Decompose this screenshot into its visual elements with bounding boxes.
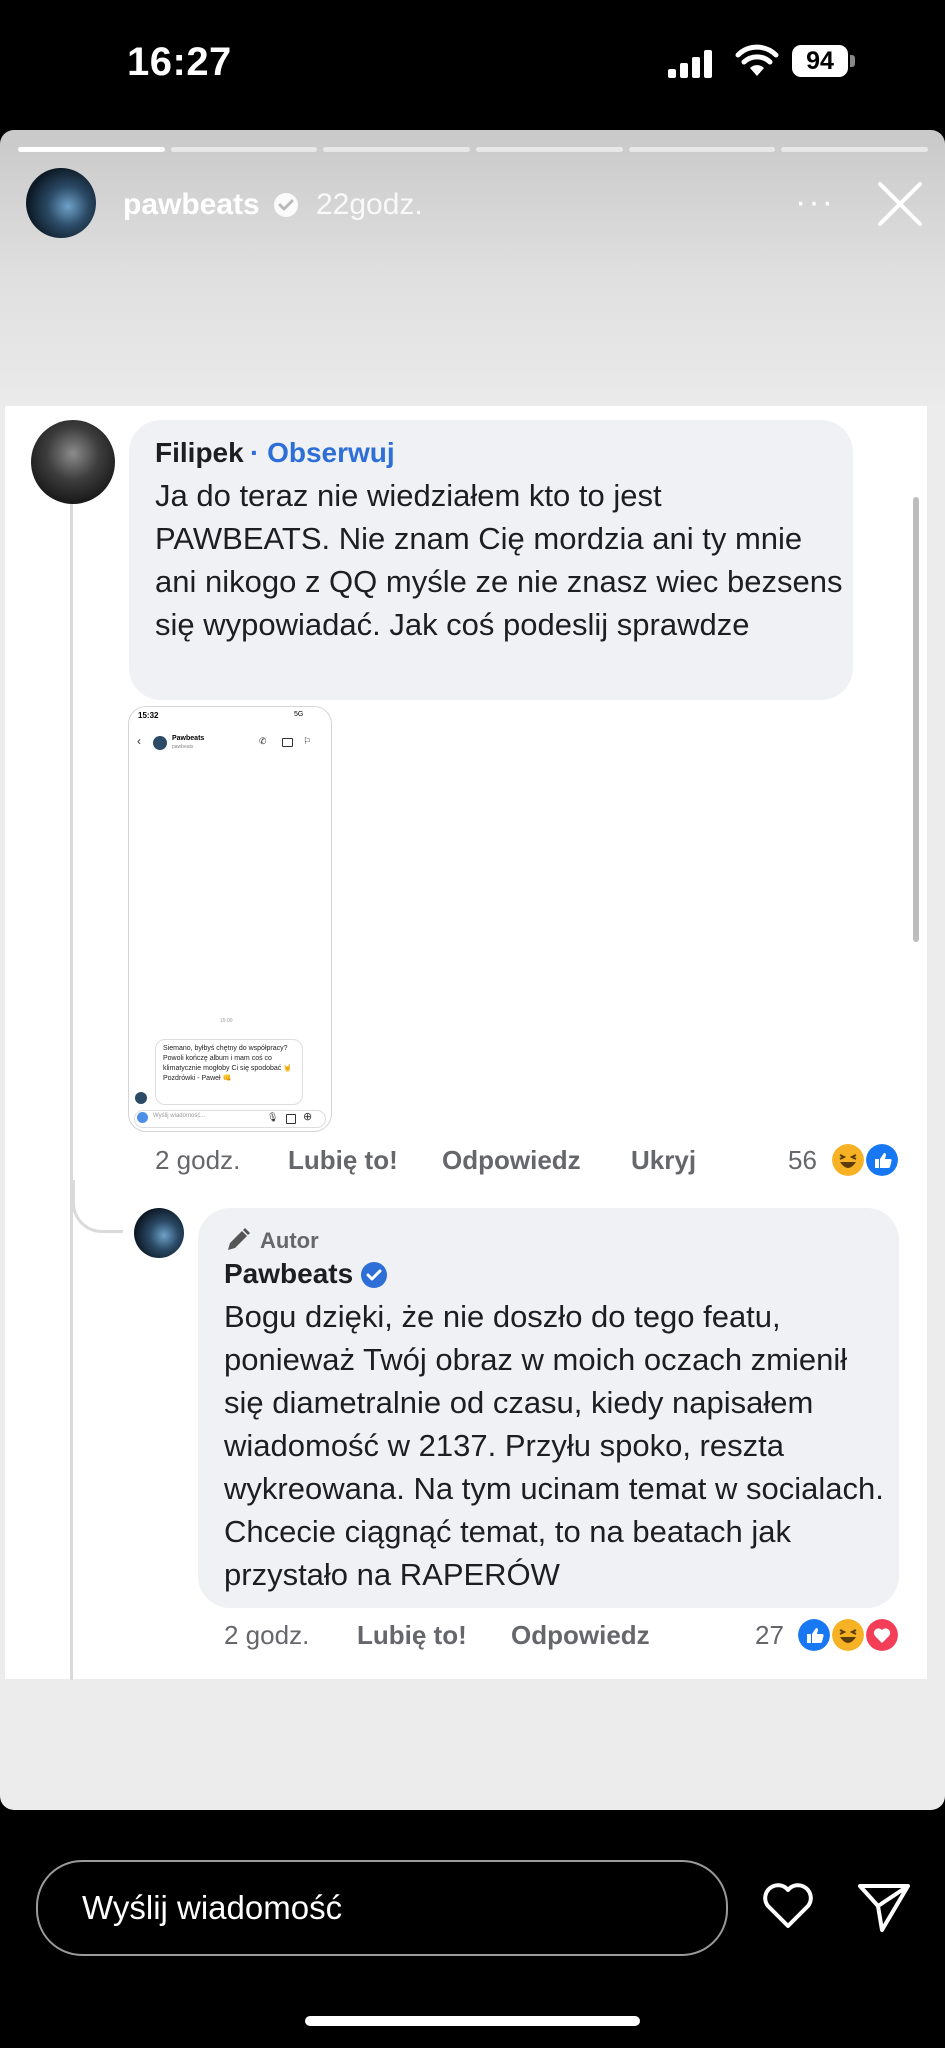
progress-segment [18, 147, 165, 152]
reaction-count: 27 [755, 1620, 784, 1650]
follow-link: · Obserwuj [250, 437, 395, 468]
add-icon: ⊕ [303, 1111, 313, 1123]
battery-level: 94 [792, 45, 848, 77]
progress-segment [476, 147, 623, 152]
video-icon [282, 738, 293, 747]
more-options-icon[interactable]: ··· [795, 183, 835, 222]
author-name: Pawbeats [224, 1258, 354, 1289]
reply-button: Odpowiedz [442, 1145, 581, 1175]
story-time: 22godz. [316, 188, 423, 221]
mic-icon: 🎙 [267, 1112, 279, 1122]
reply-button: Odpowiedz [511, 1620, 650, 1650]
reply-text: Bogu dzięki, że nie doszło do tego featu… [224, 1299, 884, 1592]
author-badge: Autor [260, 1228, 319, 1253]
progress-segment [781, 147, 929, 152]
send-icon[interactable] [856, 1878, 912, 1934]
progress-segment [170, 147, 318, 152]
scrollbar [913, 497, 919, 942]
progress-segment [628, 147, 776, 152]
comment-text: Ja do teraz nie wiedziałem kto to jest P… [155, 478, 843, 642]
love-reaction-icon [864, 1617, 900, 1653]
heart-icon[interactable] [762, 1882, 814, 1930]
hide-button: Ukryj [631, 1145, 697, 1175]
reaction-count: 56 [788, 1145, 817, 1175]
comment-attachment: 15:32 5G ‹ Pawbeats pawbeats ✆ ⚐ 15:00 S… [128, 706, 332, 1132]
thread-line [70, 500, 73, 1680]
attachment-avatar [153, 736, 167, 750]
gallery-icon [286, 1114, 296, 1124]
like-reaction-icon [864, 1142, 900, 1178]
message-input-placeholder: Wyślij wiadomość [82, 1889, 343, 1926]
wifi-icon [735, 44, 779, 76]
attachment-input-placeholder: Wyślij wiadomość... [153, 1113, 206, 1119]
back-icon: ‹ [137, 734, 141, 748]
author-avatar [134, 1208, 184, 1258]
attachment-handle: pawbeats [172, 744, 194, 750]
like-button: Lubię to! [288, 1145, 398, 1175]
close-icon[interactable] [876, 180, 924, 228]
story-username[interactable]: pawbeats [123, 188, 260, 222]
story-avatar[interactable] [26, 168, 96, 238]
attachment-message: Siemano, byłbyś chętny do współpracy? Po… [163, 1045, 292, 1082]
attachment-contact: Pawbeats [172, 735, 205, 742]
story-progress [18, 147, 929, 152]
battery-icon: 94 [792, 45, 856, 79]
attachment-small-avatar [135, 1092, 147, 1104]
cellular-signal-icon [668, 50, 712, 78]
status-time: 16:27 [127, 40, 232, 84]
pencil-icon [228, 1228, 250, 1250]
verified-icon [361, 1262, 387, 1288]
haha-reaction-icon [830, 1617, 866, 1653]
flag-icon: ⚐ [303, 736, 312, 746]
home-indicator[interactable] [305, 2016, 640, 2026]
like-reaction-icon [796, 1617, 832, 1653]
attachment-timestamp: 15:00 [220, 1018, 233, 1024]
haha-reaction-icon [830, 1142, 866, 1178]
attachment-time: 15:32 [138, 711, 159, 720]
like-button: Lubię to! [357, 1620, 467, 1650]
camera-icon [137, 1112, 148, 1123]
reply-time: 2 godz. [224, 1620, 310, 1650]
verified-icon [274, 193, 298, 217]
phone-icon: ✆ [259, 736, 267, 746]
comment-time: 2 godz. [155, 1145, 241, 1175]
attachment-network: 5G [294, 711, 304, 718]
commenter-avatar [31, 420, 115, 504]
progress-segment [323, 147, 471, 152]
commenter-name: Filipek [155, 437, 244, 468]
